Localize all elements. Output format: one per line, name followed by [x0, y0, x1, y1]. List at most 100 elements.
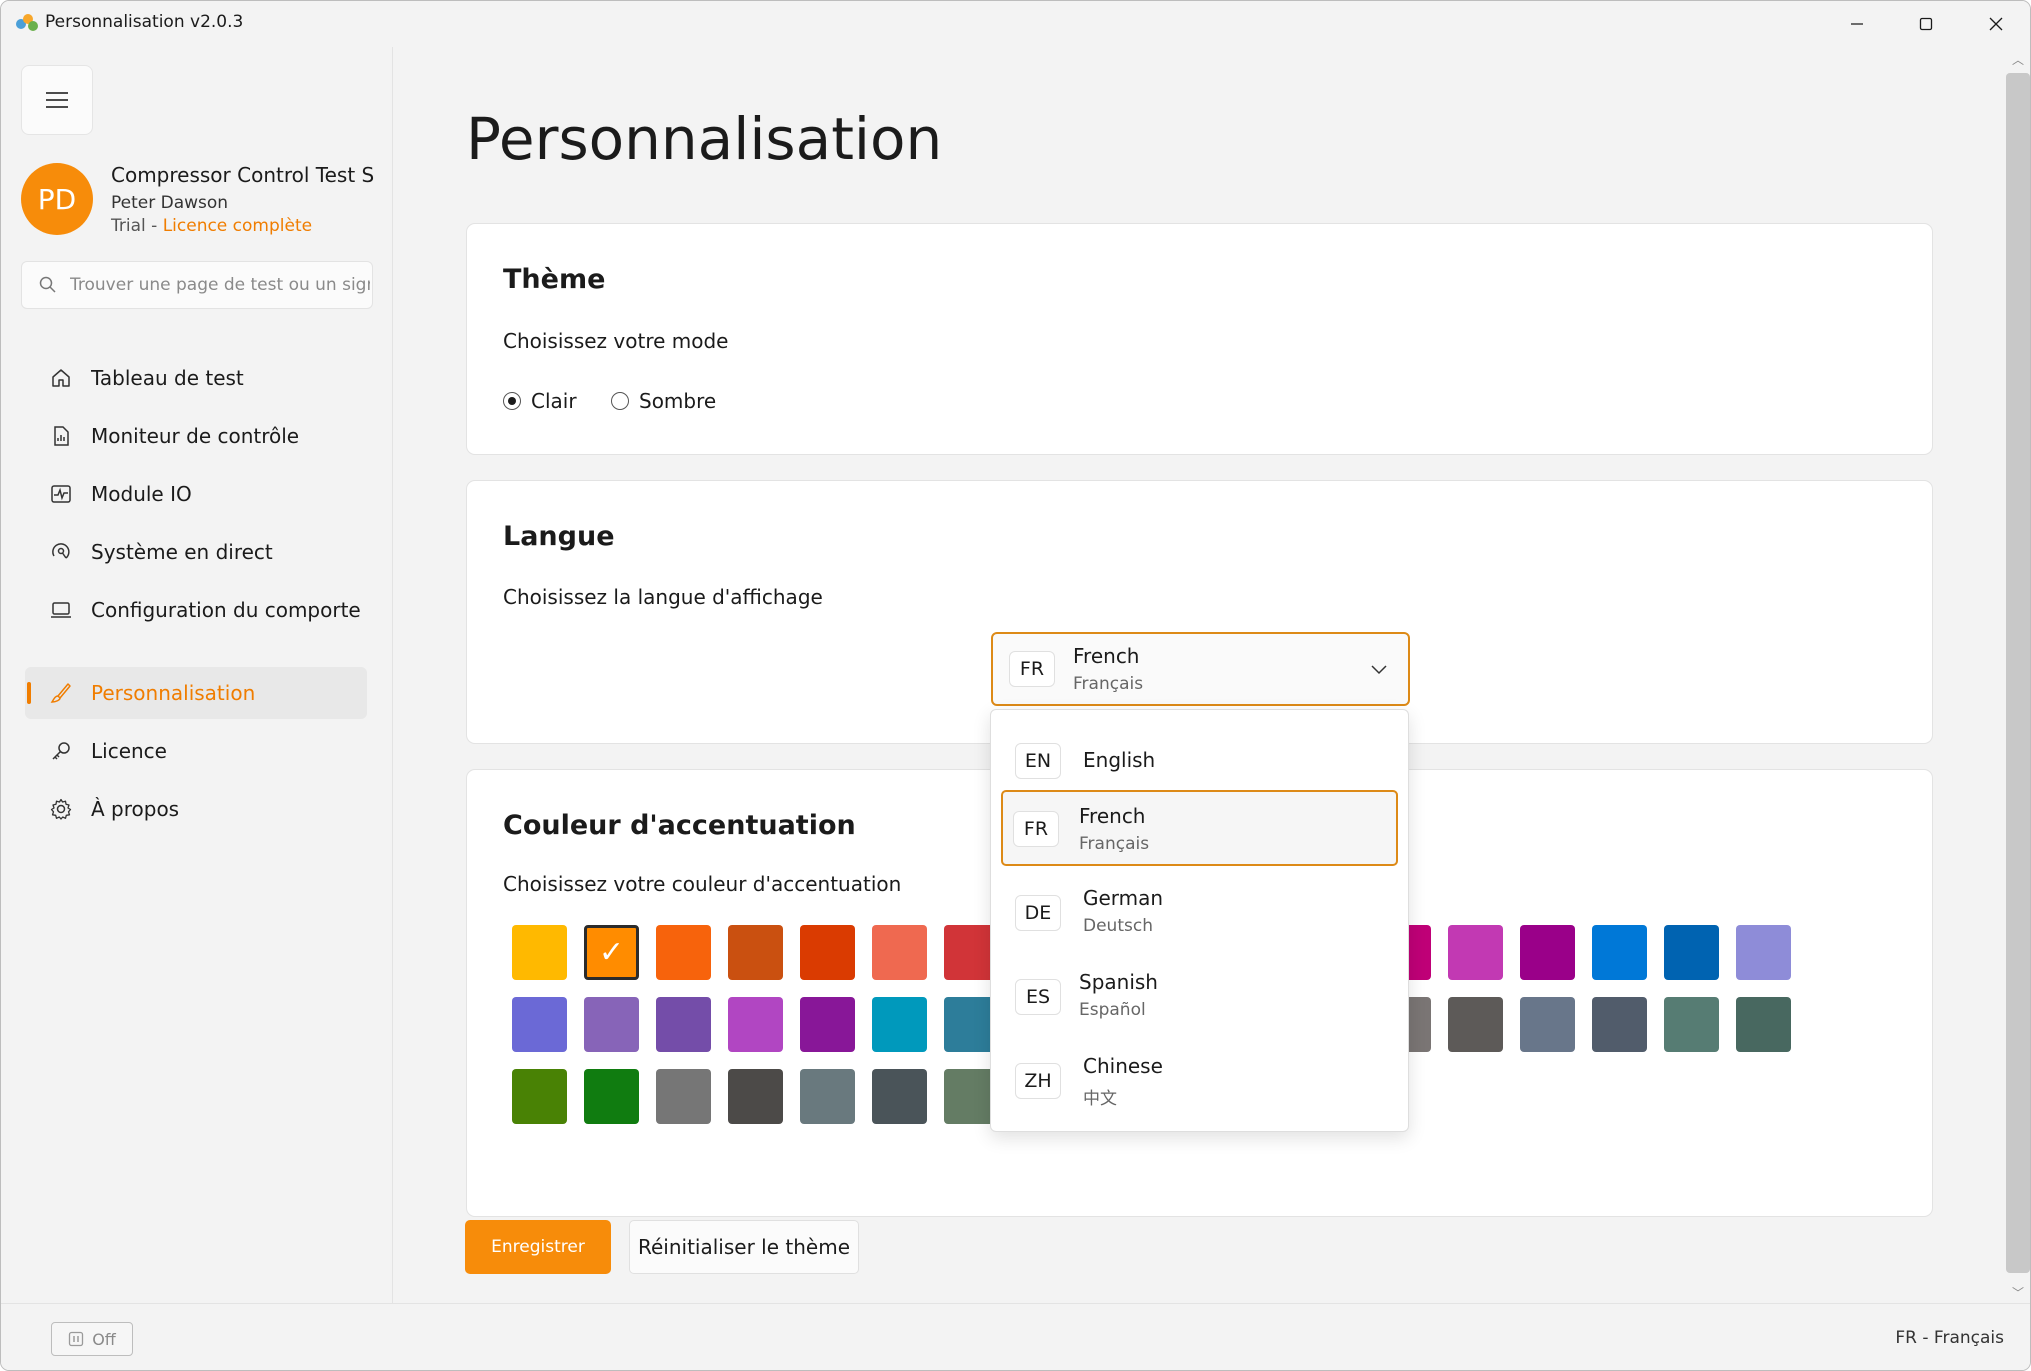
sidebar-item-label: Licence — [91, 739, 167, 763]
minimize-icon — [1851, 23, 1863, 25]
scrollbar-thumb[interactable] — [2006, 73, 2030, 1273]
sidebar-item-moniteur[interactable]: Moniteur de contrôle — [25, 410, 367, 462]
sidebar-item-systeme-direct[interactable]: Système en direct — [25, 526, 367, 578]
accent-swatch[interactable] — [800, 997, 855, 1052]
language-option-fr[interactable]: FR French Français — [1001, 790, 1398, 866]
language-title: Langue — [503, 521, 615, 552]
radio-light-label: Clair — [531, 389, 577, 413]
scroll-down-arrow[interactable]: ﹀ — [2012, 1284, 2024, 1301]
avatar[interactable]: PD — [21, 163, 93, 235]
lang-option-code: EN — [1015, 743, 1061, 779]
language-dropdown: EN English FR French Français DE German … — [990, 709, 1409, 1132]
accent-swatch[interactable] — [1592, 925, 1647, 980]
search-input[interactable] — [70, 262, 370, 308]
accent-swatch[interactable] — [512, 925, 567, 980]
accent-swatch[interactable] — [1520, 997, 1575, 1052]
accent-swatch[interactable] — [512, 997, 567, 1052]
search-icon — [39, 276, 56, 293]
lang-option-code: ZH — [1015, 1063, 1061, 1099]
maximize-button[interactable] — [1891, 1, 1961, 47]
language-option-en[interactable]: EN English — [1001, 722, 1398, 798]
save-button[interactable]: Enregistrer — [465, 1220, 611, 1274]
accent-swatch[interactable]: ✓ — [584, 925, 639, 980]
accent-swatch[interactable] — [656, 925, 711, 980]
lang-option-code: DE — [1015, 895, 1061, 931]
accent-swatch[interactable] — [800, 925, 855, 980]
title-bar: Personnalisation v2.0.3 — [1, 1, 2030, 47]
app-window: Personnalisation v2.0.3 PD Compressor Co… — [0, 0, 2031, 1371]
sidebar-item-configuration[interactable]: Configuration du comportement — [25, 584, 367, 636]
accent-swatch[interactable] — [728, 997, 783, 1052]
plan-label: Trial - — [111, 216, 163, 236]
accent-swatch[interactable] — [584, 1069, 639, 1124]
sidebar-item-module-io[interactable]: Module IO — [25, 468, 367, 520]
language-option-es[interactable]: ES Spanish Español — [1001, 960, 1398, 1036]
home-icon — [52, 369, 70, 387]
lang-option-name: Spanish — [1079, 970, 1158, 994]
lang-option-name: Chinese — [1083, 1054, 1163, 1078]
accent-swatch[interactable] — [728, 925, 783, 980]
sidebar-item-label: Personnalisation — [91, 681, 256, 705]
accent-swatch[interactable] — [872, 925, 927, 980]
reset-theme-button[interactable]: Réinitialiser le thème — [629, 1220, 859, 1274]
radio-light-indicator[interactable] — [503, 392, 521, 410]
scroll-up-arrow[interactable]: ︿ — [2012, 51, 2024, 68]
lang-option-name: French — [1079, 804, 1146, 828]
sidebar-item-tableau-de-test[interactable]: Tableau de test — [25, 352, 367, 404]
user-name: Peter Dawson — [111, 193, 229, 213]
lang-option-code: ES — [1015, 979, 1061, 1015]
menu-toggle-button[interactable] — [21, 65, 93, 135]
off-toggle[interactable]: Off — [51, 1322, 133, 1356]
accent-swatch[interactable] — [728, 1069, 783, 1124]
lang-option-native: Français — [1079, 834, 1150, 854]
language-select[interactable]: FR French Français — [991, 632, 1410, 706]
radio-light[interactable]: Clair — [503, 389, 577, 413]
accent-subtitle: Choisissez votre couleur d'accentuation — [503, 872, 902, 896]
accent-swatch[interactable] — [1520, 925, 1575, 980]
accent-swatch[interactable] — [872, 997, 927, 1052]
accent-swatch[interactable] — [1592, 997, 1647, 1052]
accent-swatch[interactable] — [1448, 925, 1503, 980]
accent-swatch[interactable] — [656, 1069, 711, 1124]
status-bar: Off FR - Français — [1, 1303, 2030, 1370]
close-icon — [1989, 17, 2003, 31]
accent-swatch[interactable] — [1736, 925, 1791, 980]
theme-subtitle: Choisissez votre mode — [503, 329, 729, 353]
minimize-button[interactable] — [1822, 1, 1892, 47]
accent-swatch[interactable] — [656, 997, 711, 1052]
accent-swatch[interactable] — [512, 1069, 567, 1124]
theme-card: Thème Choisissez votre mode Clair Sombre — [466, 223, 1933, 455]
laptop-icon — [51, 602, 71, 618]
accent-swatch[interactable] — [872, 1069, 927, 1124]
hamburger-icon — [46, 92, 68, 108]
lang-option-name: English — [1083, 748, 1156, 772]
brush-icon — [50, 683, 71, 703]
search-box[interactable] — [21, 261, 373, 309]
status-language: FR - Français — [1895, 1328, 2004, 1348]
sidebar-item-licence[interactable]: Licence — [25, 725, 367, 777]
accent-swatch[interactable] — [584, 997, 639, 1052]
vertical-scrollbar[interactable]: ︿ ﹀ — [2004, 47, 2030, 1303]
pause-icon — [69, 1331, 84, 1347]
license-link[interactable]: Licence complète — [163, 216, 312, 236]
accent-swatch[interactable] — [1736, 997, 1791, 1052]
accent-swatch[interactable] — [1664, 997, 1719, 1052]
sidebar-item-label: Module IO — [91, 482, 192, 506]
language-option-zh[interactable]: ZH Chinese 中文 — [1001, 1044, 1398, 1120]
accent-swatch[interactable] — [800, 1069, 855, 1124]
language-option-de[interactable]: DE German Deutsch — [1001, 876, 1398, 952]
language-card: Langue Choisissez la langue d'affichage … — [466, 480, 1933, 744]
checkmark-icon: ✓ — [598, 935, 625, 970]
radio-dark-label: Sombre — [639, 389, 717, 413]
close-button[interactable] — [1961, 1, 2030, 47]
key-icon — [52, 742, 70, 760]
selected-lang-code: FR — [1009, 651, 1055, 687]
sidebar-item-a-propos[interactable]: À propos — [25, 783, 367, 835]
accent-swatch[interactable] — [1448, 997, 1503, 1052]
accent-title: Couleur d'accentuation — [503, 810, 856, 841]
radio-dark[interactable]: Sombre — [611, 389, 716, 413]
radio-dark-indicator[interactable] — [611, 392, 629, 410]
sidebar-item-label: Moniteur de contrôle — [91, 424, 300, 448]
accent-swatch[interactable] — [1664, 925, 1719, 980]
sidebar-item-personnalisation[interactable]: Personnalisation — [25, 667, 367, 719]
